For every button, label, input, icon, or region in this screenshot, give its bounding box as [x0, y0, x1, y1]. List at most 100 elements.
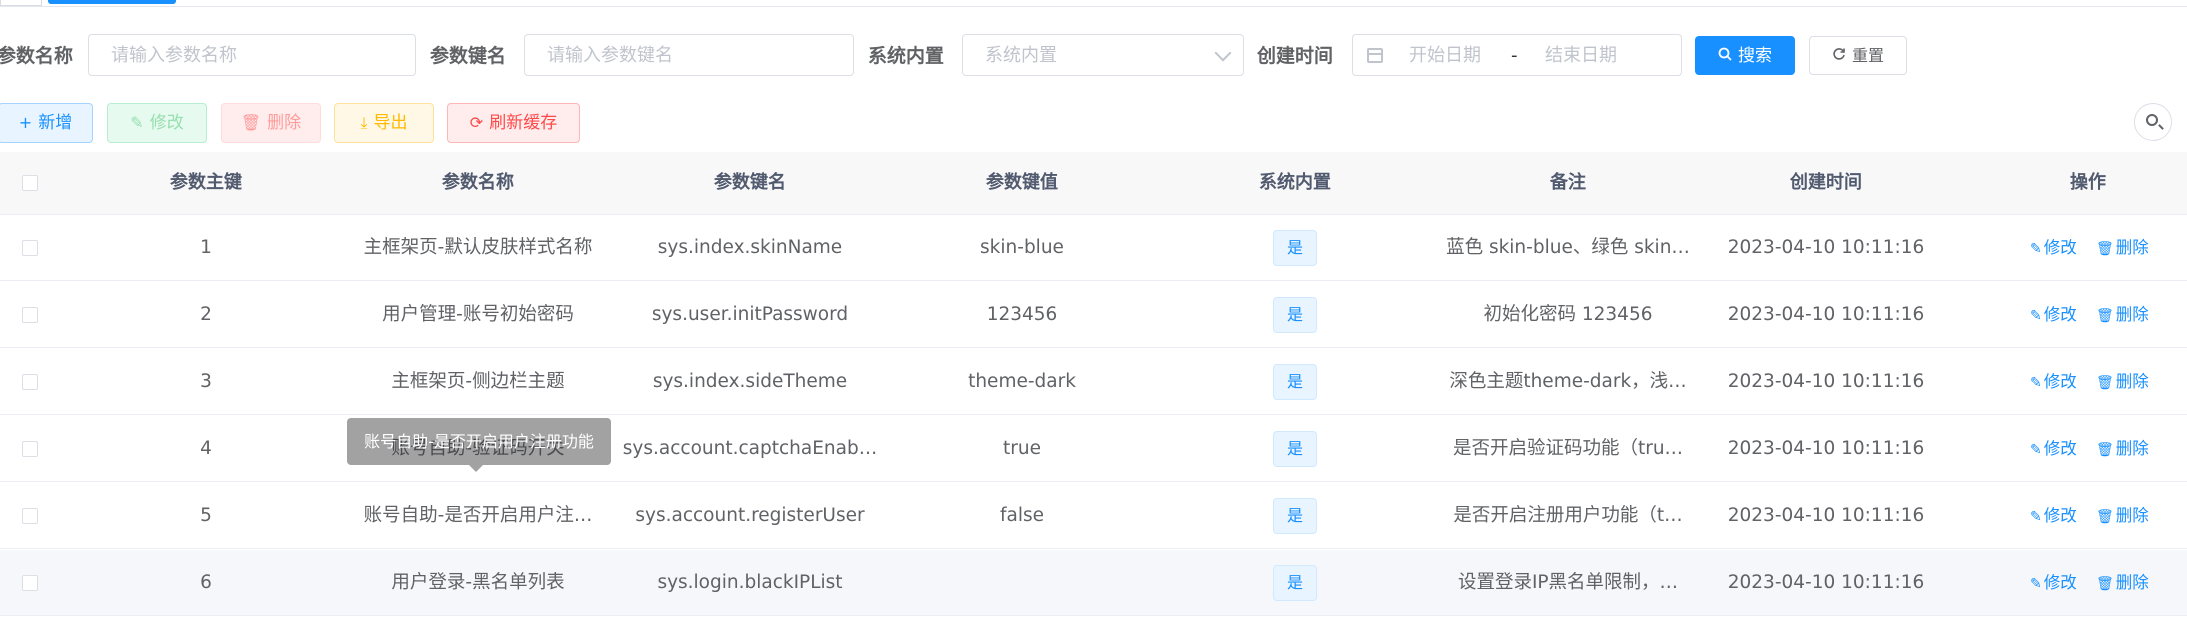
export-button[interactable]: ⤓ 导出: [334, 103, 434, 143]
cell-value: [900, 550, 1144, 616]
column-header: 创建时间: [1790, 172, 1862, 193]
cell-name: 主框架页-默认皮肤样式名称: [363, 237, 593, 258]
row-checkbox[interactable]: [22, 374, 38, 390]
table-row[interactable]: 5 账号自助-是否开启用户注… sys.account.registerUser…: [0, 483, 2187, 549]
row-edit-button[interactable]: ✎ 修改: [2030, 282, 2077, 348]
start-date-input[interactable]: 开始日期: [1409, 35, 1481, 77]
cell-created: 2023-04-10 10:11:16: [1727, 438, 1925, 459]
delete-icon: 🗑: [2096, 576, 2114, 592]
cell-id: 5: [200, 505, 212, 526]
row-edit-button[interactable]: ✎ 修改: [2030, 483, 2077, 549]
param-key-input[interactable]: 请输入参数键名: [524, 34, 854, 76]
cell-key: sys.login.blackIPList: [657, 572, 843, 593]
row-delete-button[interactable]: 🗑 删除: [2096, 215, 2149, 281]
cell-name: 主框架页-侧边栏主题: [391, 371, 565, 392]
row-edit-button[interactable]: ✎ 修改: [2030, 550, 2077, 616]
param-key-placeholder: 请输入参数键名: [547, 45, 673, 66]
row-delete-button[interactable]: 🗑 删除: [2096, 282, 2149, 348]
delete-button-label: 删除: [267, 113, 302, 133]
row-edit-button[interactable]: ✎ 修改: [2030, 215, 2077, 281]
edit-icon: ✎: [2030, 241, 2042, 257]
search-button[interactable]: 搜索: [1695, 36, 1795, 75]
delete-icon: 🗑: [2096, 241, 2114, 257]
search-icon: [1718, 37, 1732, 74]
tab-item[interactable]: [0, 0, 42, 6]
row-checkbox[interactable]: [22, 240, 38, 256]
edit-button[interactable]: ✎ 修改: [107, 103, 207, 143]
param-name-label: 参数名称: [0, 45, 74, 67]
delete-icon: 🗑: [2096, 308, 2114, 324]
cell-created: 2023-04-10 10:11:16: [1727, 572, 1925, 593]
toggle-search-button[interactable]: [2134, 103, 2172, 141]
cell-id: 4: [200, 438, 212, 459]
delete-icon: 🗑: [240, 113, 262, 132]
cell-remark: 设置登录IP黑名单限制，…: [1457, 572, 1679, 593]
table-row[interactable]: 6 用户登录-黑名单列表 sys.login.blackIPList 是 设置登…: [0, 550, 2187, 616]
builtin-select[interactable]: 系统内置: [962, 34, 1244, 76]
cell-key: sys.user.initPassword: [651, 304, 849, 325]
row-edit-button[interactable]: ✎ 修改: [2030, 416, 2077, 482]
row-delete-button[interactable]: 🗑 删除: [2096, 416, 2149, 482]
row-checkbox[interactable]: [22, 508, 38, 524]
table-row[interactable]: 1 主框架页-默认皮肤样式名称 sys.index.skinName skin-…: [0, 215, 2187, 281]
select-all-checkbox[interactable]: [22, 175, 38, 191]
row-delete-button[interactable]: 🗑 删除: [2096, 483, 2149, 549]
table-row[interactable]: 2 用户管理-账号初始密码 sys.user.initPassword 1234…: [0, 282, 2187, 348]
calendar-icon: [1367, 48, 1383, 63]
delete-icon: 🗑: [2096, 442, 2114, 458]
column-header: 系统内置: [1259, 172, 1331, 193]
table-row[interactable]: 3 主框架页-侧边栏主题 sys.index.sideTheme theme-d…: [0, 349, 2187, 415]
table-row[interactable]: 4 账号自助-验证码开关 sys.account.captchaEnab… tr…: [0, 416, 2187, 482]
add-button[interactable]: + 新增: [0, 103, 93, 143]
param-name-input[interactable]: 请输入参数名称: [88, 34, 416, 76]
tab-active-item[interactable]: [48, 0, 176, 4]
row-checkbox[interactable]: [22, 575, 38, 591]
row-checkbox[interactable]: [22, 307, 38, 323]
cell-key: sys.index.skinName: [657, 237, 843, 258]
cell-remark: 是否开启注册用户功能（t…: [1453, 505, 1683, 526]
refresh-cache-button[interactable]: ⟳ 刷新缓存: [447, 103, 580, 143]
download-icon: ⤓: [360, 113, 368, 132]
cell-key: sys.index.sideTheme: [652, 371, 848, 392]
edit-icon: ✎: [2030, 576, 2042, 592]
cell-id: 6: [200, 572, 212, 593]
reset-button[interactable]: 重置: [1809, 36, 1907, 75]
cell-id: 1: [200, 237, 212, 258]
cell-tooltip: 账号自助-是否开启用户注册功能: [347, 418, 611, 472]
edit-icon: ✎: [2030, 308, 2042, 324]
delete-icon: 🗑: [2096, 375, 2114, 391]
cell-created: 2023-04-10 10:11:16: [1727, 237, 1925, 258]
refresh-icon: [1832, 37, 1846, 74]
cell-name: 账号自助-是否开启用户注…: [363, 505, 593, 526]
row-edit-button[interactable]: ✎ 修改: [2030, 349, 2077, 415]
table-header: 参数主键 参数名称 参数键名 参数键值 系统内置 备注 创建时间 操作: [0, 152, 2187, 215]
builtin-tag: 是: [1273, 498, 1317, 534]
cell-created: 2023-04-10 10:11:16: [1727, 304, 1925, 325]
builtin-tag: 是: [1273, 364, 1317, 400]
cell-created: 2023-04-10 10:11:16: [1727, 371, 1925, 392]
refresh-cache-label: 刷新缓存: [489, 113, 558, 133]
builtin-label: 系统内置: [868, 45, 945, 67]
end-date-input[interactable]: 结束日期: [1545, 35, 1617, 77]
cell-value: theme-dark: [968, 371, 1076, 392]
cell-value: false: [999, 505, 1044, 526]
range-separator: -: [1511, 45, 1518, 66]
date-range-picker[interactable]: 开始日期 - 结束日期: [1352, 34, 1682, 76]
edit-icon: ✎: [2030, 375, 2042, 391]
builtin-tag: 是: [1273, 431, 1317, 467]
created-time-label: 创建时间: [1257, 45, 1334, 67]
row-checkbox[interactable]: [22, 441, 38, 457]
row-delete-button[interactable]: 🗑 删除: [2096, 349, 2149, 415]
builtin-tag: 是: [1273, 230, 1317, 266]
cell-name: 用户登录-黑名单列表: [391, 572, 565, 593]
cell-key: sys.account.registerUser: [635, 505, 865, 526]
builtin-placeholder: 系统内置: [985, 45, 1057, 66]
cell-value: 123456: [986, 304, 1058, 325]
row-delete-button[interactable]: 🗑 删除: [2096, 550, 2149, 616]
cell-id: 3: [200, 371, 212, 392]
edit-button-label: 修改: [149, 113, 184, 133]
column-header: 操作: [2070, 172, 2106, 193]
tabs-bar: [0, 0, 2187, 7]
delete-button[interactable]: 🗑 删除: [221, 103, 321, 143]
column-header: 参数键值: [986, 172, 1058, 193]
